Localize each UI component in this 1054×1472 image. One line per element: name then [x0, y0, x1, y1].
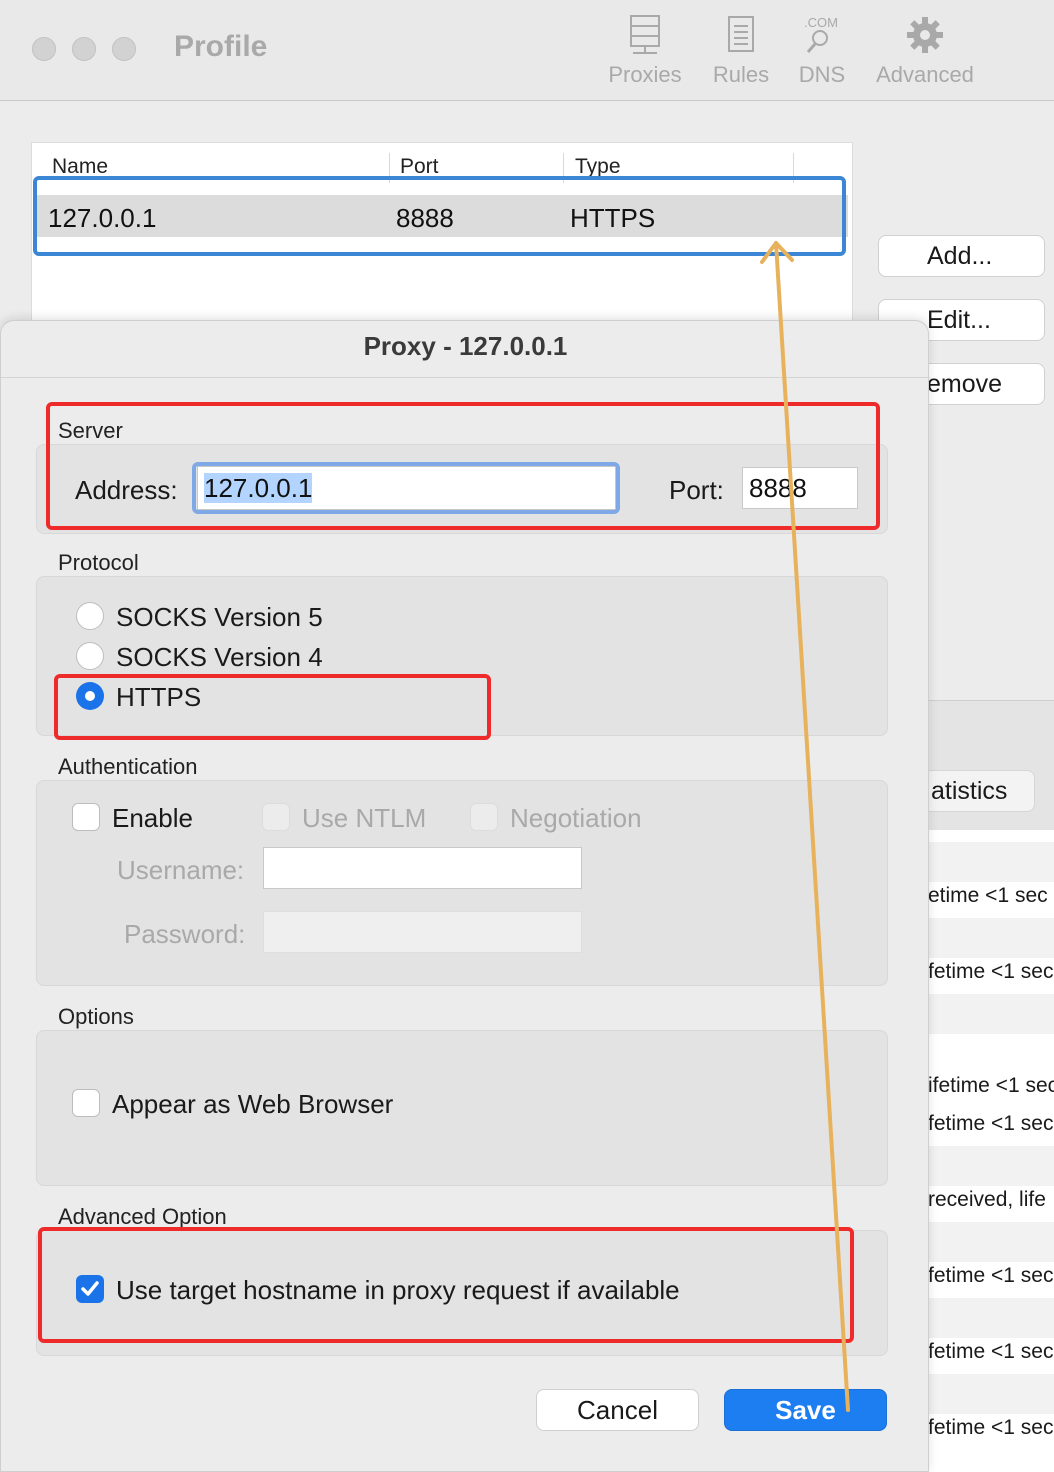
annotation-arrow: [760, 241, 850, 1412]
